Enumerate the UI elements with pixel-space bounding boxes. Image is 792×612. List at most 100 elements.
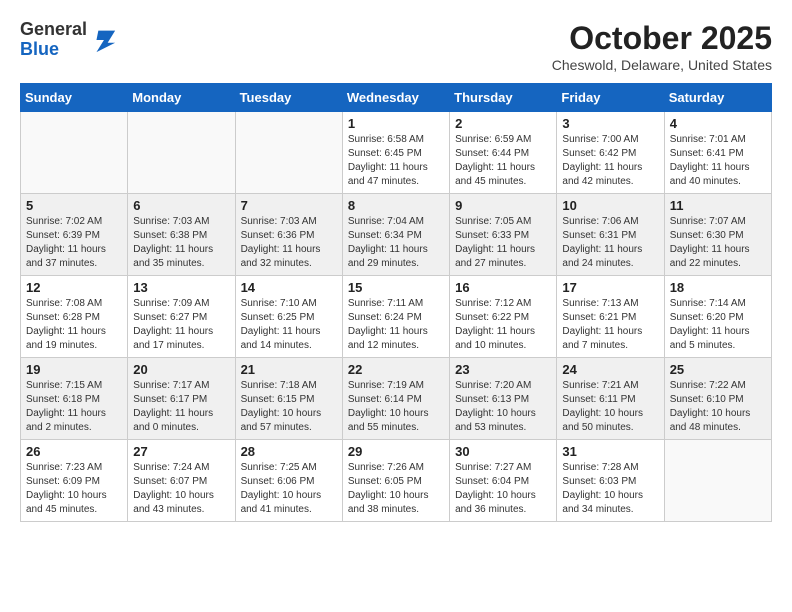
calendar-week-row: 19 Sunrise: 7:15 AM Sunset: 6:18 PM Dayli… — [21, 358, 772, 440]
calendar-cell: 6Sunrise: 7:03 AM Sunset: 6:38 PM Daylig… — [128, 194, 235, 276]
calendar-cell: 23Sunrise: 7:20 AM Sunset: 6:13 PM Dayli… — [450, 358, 557, 440]
day-number: 12 — [26, 280, 122, 295]
calendar-cell: 16Sunrise: 7:12 AM Sunset: 6:22 PM Dayli… — [450, 276, 557, 358]
day-number: 17 — [562, 280, 658, 295]
calendar-cell: 28 Sunrise: 7:25 AM Sunset: 6:06 PM Dayli… — [235, 440, 342, 522]
day-info: Sunrise: 7:26 AM Sunset: 6:05 PM Dayligh… — [348, 461, 444, 517]
day-number: 8 — [348, 198, 444, 213]
day-number: 24 — [562, 362, 658, 377]
calendar-cell: 14Sunrise: 7:10 AM Sunset: 6:25 PM Dayli… — [235, 276, 342, 358]
day-number: 7 — [241, 198, 337, 213]
day-number: 19 — [26, 362, 122, 377]
day-info: Sunrise: 7:21 AM Sunset: 6:11 PM Dayligh… — [562, 379, 658, 435]
day-info: Sunrise: 7:28 AM Sunset: 6:03 PM Dayligh… — [562, 461, 658, 517]
calendar-cell: 19 Sunrise: 7:15 AM Sunset: 6:18 PM Dayli… — [21, 358, 128, 440]
calendar-cell: 5Sunrise: 7:02 AM Sunset: 6:39 PM Daylig… — [21, 194, 128, 276]
day-info: Sunrise: 7:22 AM Sunset: 6:10 PM Dayligh… — [670, 379, 766, 435]
logo: General Blue — [20, 20, 117, 60]
weekday-header-row: SundayMondayTuesdayWednesdayThursdayFrid… — [21, 84, 772, 112]
day-number: 15 — [348, 280, 444, 295]
calendar-cell: 22 Sunrise: 7:19 AM Sunset: 6:14 PM Dayli… — [342, 358, 449, 440]
calendar-cell: 4 Sunrise: 7:01 AM Sunset: 6:41 PM Daylig… — [664, 112, 771, 194]
day-info: Sunrise: 7:25 AM Sunset: 6:06 PM Dayligh… — [241, 461, 337, 517]
weekday-header-friday: Friday — [557, 84, 664, 112]
day-number: 11 — [670, 198, 766, 213]
day-info: Sunrise: 7:14 AM Sunset: 6:20 PM Dayligh… — [670, 297, 766, 353]
calendar-cell: 12Sunrise: 7:08 AM Sunset: 6:28 PM Dayli… — [21, 276, 128, 358]
day-number: 29 — [348, 444, 444, 459]
day-number: 22 — [348, 362, 444, 377]
day-number: 20 — [133, 362, 229, 377]
day-number: 18 — [670, 280, 766, 295]
logo-blue: Blue — [20, 39, 59, 59]
calendar-week-row: 12Sunrise: 7:08 AM Sunset: 6:28 PM Dayli… — [21, 276, 772, 358]
day-number: 2 — [455, 116, 551, 131]
calendar-cell: 21 Sunrise: 7:18 AM Sunset: 6:15 PM Dayli… — [235, 358, 342, 440]
calendar-cell: 26Sunrise: 7:23 AM Sunset: 6:09 PM Dayli… — [21, 440, 128, 522]
day-info: Sunrise: 7:07 AM Sunset: 6:30 PM Dayligh… — [670, 215, 766, 271]
day-number: 21 — [241, 362, 337, 377]
calendar-cell — [664, 440, 771, 522]
calendar-cell: 9 Sunrise: 7:05 AM Sunset: 6:33 PM Daylig… — [450, 194, 557, 276]
calendar-cell — [235, 112, 342, 194]
calendar-cell: 31Sunrise: 7:28 AM Sunset: 6:03 PM Dayli… — [557, 440, 664, 522]
calendar-cell: 27 Sunrise: 7:24 AM Sunset: 6:07 PM Dayli… — [128, 440, 235, 522]
weekday-header-sunday: Sunday — [21, 84, 128, 112]
calendar-cell — [128, 112, 235, 194]
day-number: 10 — [562, 198, 658, 213]
calendar-cell: 3 Sunrise: 7:00 AM Sunset: 6:42 PM Daylig… — [557, 112, 664, 194]
calendar-cell: 1 Sunrise: 6:58 AM Sunset: 6:45 PM Daylig… — [342, 112, 449, 194]
calendar-cell: 8 Sunrise: 7:04 AM Sunset: 6:34 PM Daylig… — [342, 194, 449, 276]
day-info: Sunrise: 7:00 AM Sunset: 6:42 PM Dayligh… — [562, 133, 658, 189]
calendar-cell: 24 Sunrise: 7:21 AM Sunset: 6:11 PM Dayli… — [557, 358, 664, 440]
day-number: 27 — [133, 444, 229, 459]
weekday-header-thursday: Thursday — [450, 84, 557, 112]
day-number: 1 — [348, 116, 444, 131]
weekday-header-monday: Monday — [128, 84, 235, 112]
weekday-header-tuesday: Tuesday — [235, 84, 342, 112]
calendar-week-row: 5Sunrise: 7:02 AM Sunset: 6:39 PM Daylig… — [21, 194, 772, 276]
day-info: Sunrise: 7:01 AM Sunset: 6:41 PM Dayligh… — [670, 133, 766, 189]
day-info: Sunrise: 7:06 AM Sunset: 6:31 PM Dayligh… — [562, 215, 658, 271]
day-info: Sunrise: 7:19 AM Sunset: 6:14 PM Dayligh… — [348, 379, 444, 435]
day-info: Sunrise: 7:04 AM Sunset: 6:34 PM Dayligh… — [348, 215, 444, 271]
day-info: Sunrise: 7:24 AM Sunset: 6:07 PM Dayligh… — [133, 461, 229, 517]
day-number: 5 — [26, 198, 122, 213]
calendar-cell: 17 Sunrise: 7:13 AM Sunset: 6:21 PM Dayli… — [557, 276, 664, 358]
day-info: Sunrise: 7:13 AM Sunset: 6:21 PM Dayligh… — [562, 297, 658, 353]
day-info: Sunrise: 7:15 AM Sunset: 6:18 PM Dayligh… — [26, 379, 122, 435]
calendar-cell: 11 Sunrise: 7:07 AM Sunset: 6:30 PM Dayli… — [664, 194, 771, 276]
day-number: 25 — [670, 362, 766, 377]
day-info: Sunrise: 6:59 AM Sunset: 6:44 PM Dayligh… — [455, 133, 551, 189]
calendar-cell: 25 Sunrise: 7:22 AM Sunset: 6:10 PM Dayli… — [664, 358, 771, 440]
day-info: Sunrise: 7:17 AM Sunset: 6:17 PM Dayligh… — [133, 379, 229, 435]
day-number: 30 — [455, 444, 551, 459]
calendar-table: SundayMondayTuesdayWednesdayThursdayFrid… — [20, 83, 772, 522]
calendar-cell: 2 Sunrise: 6:59 AM Sunset: 6:44 PM Daylig… — [450, 112, 557, 194]
day-number: 26 — [26, 444, 122, 459]
day-number: 28 — [241, 444, 337, 459]
calendar-cell: 30 Sunrise: 7:27 AM Sunset: 6:04 PM Dayli… — [450, 440, 557, 522]
day-info: Sunrise: 7:18 AM Sunset: 6:15 PM Dayligh… — [241, 379, 337, 435]
calendar-subtitle: Cheswold, Delaware, United States — [552, 57, 772, 73]
calendar-cell: 18 Sunrise: 7:14 AM Sunset: 6:20 PM Dayli… — [664, 276, 771, 358]
day-info: Sunrise: 7:03 AM Sunset: 6:36 PM Dayligh… — [241, 215, 337, 271]
day-info: Sunrise: 6:58 AM Sunset: 6:45 PM Dayligh… — [348, 133, 444, 189]
calendar-cell: 7 Sunrise: 7:03 AM Sunset: 6:36 PM Daylig… — [235, 194, 342, 276]
day-number: 13 — [133, 280, 229, 295]
calendar-cell: 10 Sunrise: 7:06 AM Sunset: 6:31 PM Dayli… — [557, 194, 664, 276]
day-number: 3 — [562, 116, 658, 131]
logo-general: General — [20, 19, 87, 39]
day-info: Sunrise: 7:27 AM Sunset: 6:04 PM Dayligh… — [455, 461, 551, 517]
calendar-cell: 13Sunrise: 7:09 AM Sunset: 6:27 PM Dayli… — [128, 276, 235, 358]
logo-text: General Blue — [20, 20, 87, 60]
day-info: Sunrise: 7:05 AM Sunset: 6:33 PM Dayligh… — [455, 215, 551, 271]
day-number: 9 — [455, 198, 551, 213]
calendar-week-row: 1 Sunrise: 6:58 AM Sunset: 6:45 PM Daylig… — [21, 112, 772, 194]
calendar-cell: 20 Sunrise: 7:17 AM Sunset: 6:17 PM Dayli… — [128, 358, 235, 440]
day-number: 14 — [241, 280, 337, 295]
logo-icon — [89, 26, 117, 54]
day-info: Sunrise: 7:11 AM Sunset: 6:24 PM Dayligh… — [348, 297, 444, 353]
day-number: 4 — [670, 116, 766, 131]
title-area: October 2025 Cheswold, Delaware, United … — [552, 20, 772, 73]
